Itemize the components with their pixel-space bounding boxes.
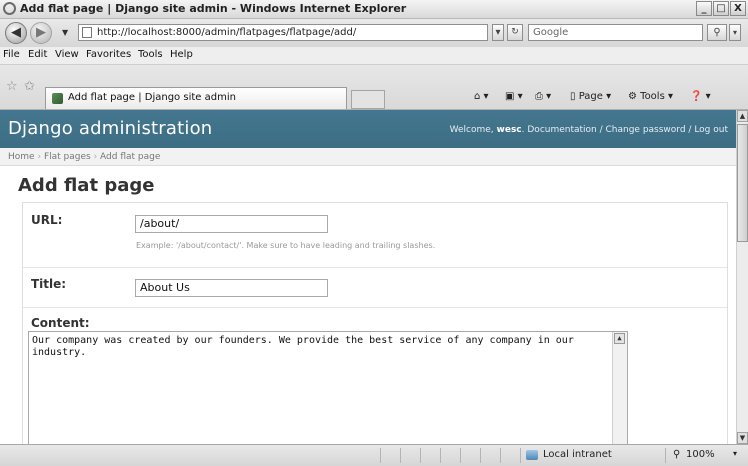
forward-button[interactable]: ▶ xyxy=(30,22,52,44)
username: wesc xyxy=(496,125,522,135)
content-textarea[interactable]: Our company was created by our founders.… xyxy=(28,331,628,444)
tab-bar: ☆ ✩ Add flat page | Django site admin ⌂ … xyxy=(0,65,748,110)
page-viewport: Django administration Welcome, wesc. Doc… xyxy=(0,110,736,444)
breadcrumb-separator: › xyxy=(37,152,42,162)
status-segment xyxy=(480,448,500,463)
url-label: URL: xyxy=(31,213,63,227)
breadcrumb-separator: › xyxy=(93,152,98,162)
help-icon[interactable]: ❓ ▾ xyxy=(690,91,711,102)
refresh-icon[interactable]: ↻ xyxy=(507,24,523,41)
address-toolbar: ◀ ▶ ▼ http://localhost:8000/admin/flatpa… xyxy=(0,19,748,47)
django-favicon-icon xyxy=(52,93,63,104)
menu-view[interactable]: View xyxy=(55,49,79,60)
scroll-up-icon[interactable]: ▲ xyxy=(614,333,625,344)
menu-file[interactable]: File xyxy=(3,49,20,60)
scroll-up-icon[interactable]: ▲ xyxy=(737,110,748,122)
address-url: http://localhost:8000/admin/flatpages/fl… xyxy=(97,27,357,38)
page-title: Add flat page xyxy=(18,175,155,196)
django-header: Django administration Welcome, wesc. Doc… xyxy=(0,110,736,148)
favorites-star-icon[interactable]: ☆ xyxy=(6,79,18,94)
search-options-icon[interactable]: ▾ xyxy=(729,24,741,41)
menu-edit[interactable]: Edit xyxy=(28,49,47,60)
search-input[interactable]: Google xyxy=(528,24,703,41)
welcome-text: Welcome, xyxy=(449,125,497,135)
page-icon xyxy=(82,27,92,38)
home-icon[interactable]: ⌂ ▾ xyxy=(474,91,489,102)
breadcrumb: Home › Flat pages › Add flat page xyxy=(0,148,736,166)
back-button[interactable]: ◀ xyxy=(5,22,27,44)
title-row: Title: About Us xyxy=(23,267,727,308)
scroll-down-icon[interactable]: ▼ xyxy=(737,432,748,444)
title-input[interactable]: About Us xyxy=(135,279,328,297)
search-icon[interactable]: ⚲ xyxy=(707,24,727,41)
print-icon[interactable]: ⎙ ▾ xyxy=(535,91,551,102)
menu-favorites[interactable]: Favorites xyxy=(86,49,131,60)
url-row: URL: /about/ Example: '/about/contact/'.… xyxy=(23,203,727,268)
page-menu-button[interactable]: ▯ Page ▾ xyxy=(570,91,611,102)
breadcrumb-home[interactable]: Home xyxy=(8,152,35,162)
user-links[interactable]: . Documentation / Change password / Log … xyxy=(522,125,728,135)
content-label: Content: xyxy=(31,316,90,330)
browser-window: Add flat page | Django site admin - Wind… xyxy=(0,0,748,466)
menu-tools[interactable]: Tools xyxy=(138,49,163,60)
tools-menu-button[interactable]: ⚙ Tools ▾ xyxy=(628,91,673,102)
ie-logo-icon xyxy=(3,2,16,15)
status-segment xyxy=(420,448,440,463)
window-title: Add flat page | Django site admin - Wind… xyxy=(20,2,407,15)
title-label: Title: xyxy=(31,277,67,291)
url-input[interactable]: /about/ xyxy=(135,215,328,233)
intranet-zone-icon xyxy=(526,450,538,460)
menu-help[interactable]: Help xyxy=(170,49,193,60)
user-tools: Welcome, wesc. Documentation / Change pa… xyxy=(450,125,728,135)
add-favorite-icon[interactable]: ✩ xyxy=(24,79,35,94)
scrollbar-thumb[interactable] xyxy=(737,124,748,242)
new-tab-button[interactable] xyxy=(351,90,385,109)
history-dropdown-icon[interactable]: ▼ xyxy=(62,28,68,37)
tab-active[interactable]: Add flat page | Django site admin xyxy=(45,87,347,109)
address-input[interactable]: http://localhost:8000/admin/flatpages/fl… xyxy=(78,24,488,41)
maximize-button[interactable]: □ xyxy=(713,1,729,16)
minimize-button[interactable]: _ xyxy=(696,1,712,16)
tab-label: Add flat page | Django site admin xyxy=(68,92,236,103)
url-help-text: Example: '/about/contact/'. Make sure to… xyxy=(136,241,436,250)
zoom-dropdown-icon[interactable]: ▾ xyxy=(733,449,737,458)
zoom-level[interactable]: 100% xyxy=(686,449,715,460)
breadcrumb-current: Add flat page xyxy=(100,152,161,162)
close-button[interactable]: X xyxy=(730,1,746,16)
status-bar: Local intranet ⚲ 100% ▾ xyxy=(0,444,748,466)
zone-label[interactable]: Local intranet xyxy=(543,449,612,460)
title-bar: Add flat page | Django site admin - Wind… xyxy=(0,0,748,19)
status-segment xyxy=(380,448,400,463)
content-text: Our company was created by our founders.… xyxy=(32,335,574,358)
textarea-scrollbar[interactable]: ▲ xyxy=(612,332,627,444)
window-controls: _ □ X xyxy=(695,1,746,16)
site-brand[interactable]: Django administration xyxy=(8,118,212,139)
address-dropdown-icon[interactable]: ▾ xyxy=(492,24,504,41)
page-scrollbar[interactable]: ▲ ▼ xyxy=(736,110,748,444)
flatpage-form: URL: /about/ Example: '/about/contact/'.… xyxy=(22,202,728,444)
zoom-icon[interactable]: ⚲ xyxy=(673,449,680,460)
status-segment xyxy=(400,448,420,463)
page-menu-label: Page xyxy=(578,91,603,102)
status-segment xyxy=(460,448,480,463)
breadcrumb-flat-pages[interactable]: Flat pages xyxy=(44,152,91,162)
tools-menu-label: Tools xyxy=(640,91,665,102)
status-segment xyxy=(440,448,460,463)
feeds-icon[interactable]: ▣ ▾ xyxy=(505,91,523,102)
status-segment xyxy=(500,448,520,463)
menu-bar: File Edit View Favorites Tools Help xyxy=(0,47,748,65)
